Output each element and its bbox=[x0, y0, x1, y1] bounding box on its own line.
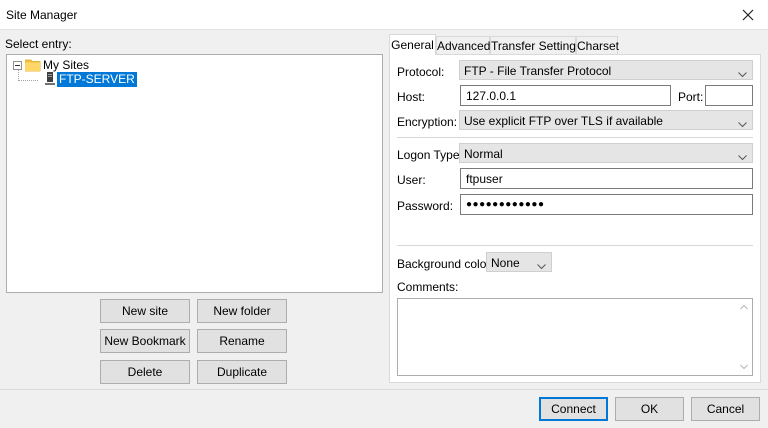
background-color-label: Background color: bbox=[397, 257, 494, 271]
chevron-down-icon bbox=[738, 117, 747, 131]
collapse-icon[interactable] bbox=[13, 61, 22, 70]
folder-icon bbox=[24, 58, 41, 75]
scroll-arrows-icon bbox=[740, 304, 748, 370]
logon-type-label: Logon Type: bbox=[397, 148, 463, 162]
protocol-select[interactable]: FTP - File Transfer Protocol bbox=[459, 60, 753, 80]
duplicate-button[interactable]: Duplicate bbox=[197, 360, 287, 384]
new-folder-button[interactable]: New folder bbox=[197, 299, 287, 323]
cancel-button[interactable]: Cancel bbox=[691, 397, 760, 421]
tab-charset[interactable]: Charset bbox=[576, 36, 619, 54]
protocol-label: Protocol: bbox=[397, 65, 445, 79]
host-input[interactable]: 127.0.0.1 bbox=[460, 85, 671, 106]
encryption-select[interactable]: Use explicit FTP over TLS if available bbox=[459, 110, 753, 130]
tab-transfer-settings[interactable]: Transfer Settings bbox=[490, 36, 582, 54]
comments-label: Comments: bbox=[397, 280, 459, 294]
ok-button[interactable]: OK bbox=[615, 397, 684, 421]
password-label: Password: bbox=[397, 199, 454, 213]
tree-item-ftp-server[interactable]: FTP-SERVER bbox=[57, 72, 137, 87]
tree-item-my-sites[interactable]: My Sites bbox=[43, 58, 89, 72]
logon-type-select[interactable]: Normal bbox=[459, 143, 753, 163]
port-input[interactable] bbox=[705, 85, 753, 106]
tree-connector bbox=[18, 80, 38, 81]
footer-separator bbox=[0, 389, 768, 390]
server-icon bbox=[45, 72, 55, 89]
separator bbox=[397, 137, 753, 138]
chevron-down-icon bbox=[537, 259, 546, 273]
password-input[interactable]: ●●●●●●●●●●●● bbox=[460, 194, 753, 215]
delete-button[interactable]: Delete bbox=[100, 360, 190, 384]
user-input[interactable]: ftpuser bbox=[460, 168, 753, 189]
site-tree[interactable]: My Sites FTP-SERVER bbox=[6, 54, 383, 293]
chevron-down-icon bbox=[738, 150, 747, 164]
tab-advanced[interactable]: Advanced bbox=[436, 36, 490, 54]
tab-general[interactable]: General bbox=[389, 34, 436, 55]
host-label: Host: bbox=[397, 90, 426, 104]
new-site-button[interactable]: New site bbox=[100, 299, 190, 323]
connect-button[interactable]: Connect bbox=[539, 397, 608, 421]
title-bar: Site Manager bbox=[0, 0, 768, 30]
window-title: Site Manager bbox=[6, 8, 78, 22]
chevron-down-icon bbox=[738, 67, 747, 81]
select-entry-label: Select entry: bbox=[5, 37, 72, 51]
close-icon[interactable] bbox=[736, 3, 760, 27]
user-label: User: bbox=[397, 173, 426, 187]
separator bbox=[397, 245, 753, 246]
logon-type-value: Normal bbox=[464, 147, 503, 161]
background-color-select[interactable]: None bbox=[486, 252, 552, 272]
protocol-value: FTP - File Transfer Protocol bbox=[464, 64, 612, 78]
comments-textarea[interactable] bbox=[397, 298, 753, 376]
port-label: Port: bbox=[678, 90, 704, 104]
encryption-value: Use explicit FTP over TLS if available bbox=[464, 114, 663, 128]
new-bookmark-button[interactable]: New Bookmark bbox=[100, 329, 190, 353]
background-color-value: None bbox=[491, 256, 520, 270]
encryption-label: Encryption: bbox=[397, 115, 458, 129]
scrollbar[interactable] bbox=[736, 299, 752, 375]
rename-button[interactable]: Rename bbox=[197, 329, 287, 353]
